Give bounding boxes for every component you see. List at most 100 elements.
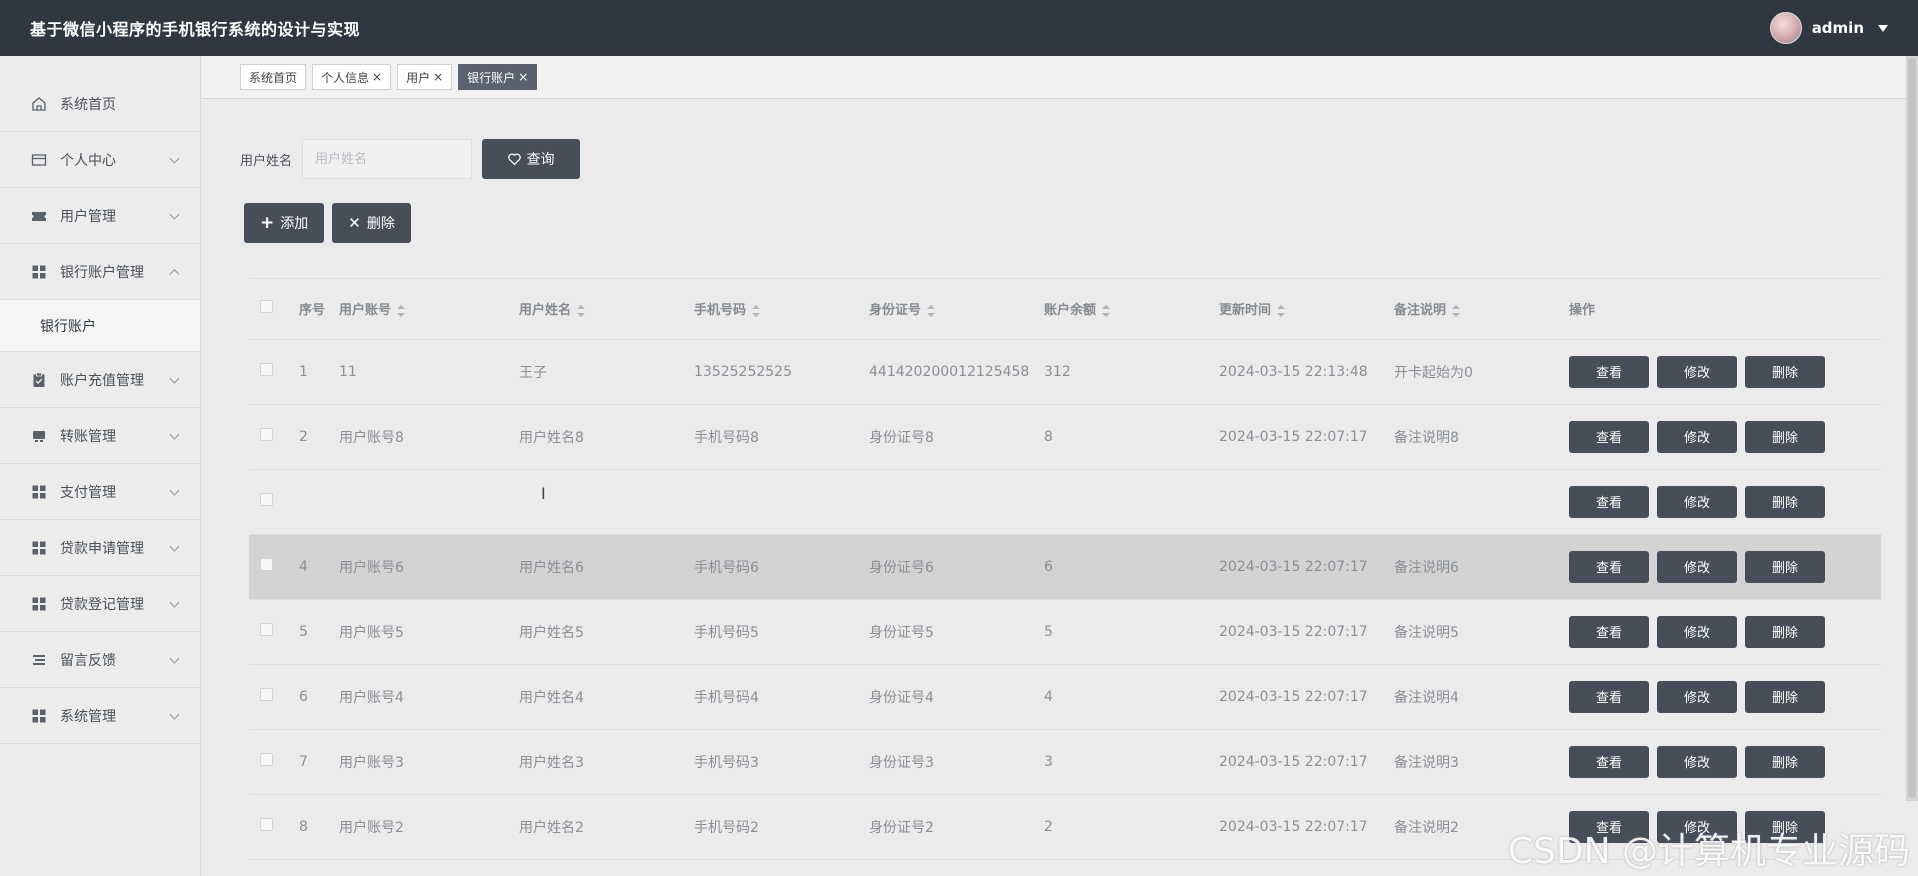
submenu-item-bank-account[interactable]: 银行账户	[0, 300, 200, 352]
chevron-down-icon	[169, 209, 180, 220]
table-cell: 用户账号6	[339, 534, 519, 600]
close-icon[interactable]: ×	[372, 70, 382, 84]
edit-button[interactable]: 修改	[1657, 680, 1737, 713]
user-menu[interactable]: admin	[1769, 12, 1888, 44]
sidebar-item-6[interactable]: 支付管理	[0, 464, 200, 520]
table-cell: 身份证号5	[869, 599, 1044, 665]
batch-delete-button[interactable]: ✕ 删除	[332, 203, 411, 243]
sort-icon[interactable]	[1102, 304, 1111, 317]
column-header[interactable]: 手机号码	[694, 279, 869, 340]
row-actions: 查看 修改 删除	[1569, 745, 1881, 778]
table-cell: 手机号码6	[694, 534, 869, 600]
watermark: CSDN @计算机专业源码	[1507, 831, 1910, 872]
row-checkbox[interactable]	[260, 753, 273, 766]
sidebar-item-0[interactable]: 系统首页	[0, 76, 200, 132]
tab-1[interactable]: 个人信息 ×	[312, 64, 392, 90]
column-header[interactable]: 用户姓名	[519, 279, 694, 340]
column-header[interactable]: 账户余额	[1044, 279, 1219, 340]
table-cell: 3	[1044, 729, 1219, 795]
row-checkbox[interactable]	[260, 558, 273, 571]
sidebar-item-1[interactable]: 个人中心	[0, 132, 200, 188]
scrollbar-thumb[interactable]	[1908, 58, 1916, 798]
row-checkbox[interactable]	[260, 428, 273, 441]
close-icon[interactable]: ×	[518, 70, 528, 84]
delete-button[interactable]: 删除	[1745, 745, 1825, 778]
sort-icon[interactable]	[927, 304, 936, 317]
sort-icon[interactable]	[752, 304, 761, 317]
table-row[interactable]: 1 11 王子 13525252525 441420200012125458 312 202…	[249, 339, 1881, 405]
delete-button[interactable]: 删除	[1745, 615, 1825, 648]
delete-button[interactable]: 删除	[1745, 550, 1825, 583]
row-select-cell	[249, 339, 299, 405]
sidebar-item-label: 个人中心	[60, 152, 116, 169]
table-cell: 2024-03-15 22:07:17	[1219, 534, 1394, 600]
sort-icon[interactable]	[577, 304, 586, 317]
tab-0[interactable]: 系统首页	[240, 64, 307, 90]
view-button[interactable]: 查看	[1569, 550, 1649, 583]
view-button[interactable]: 查看	[1569, 485, 1649, 518]
column-header[interactable]: 用户账号	[339, 279, 519, 340]
row-checkbox[interactable]	[260, 818, 273, 831]
username[interactable]: admin	[1812, 19, 1864, 37]
sidebar-item-10[interactable]: 系统管理	[0, 688, 200, 744]
row-select-cell	[249, 794, 299, 860]
avatar[interactable]	[1769, 12, 1802, 44]
row-actions-cell: 查看 修改 删除	[1569, 664, 1881, 730]
delete-button[interactable]: 删除	[1745, 420, 1825, 453]
sidebar-item-5[interactable]: 转账管理	[0, 408, 200, 464]
column-header[interactable]: 备注说明	[1394, 279, 1569, 340]
delete-button[interactable]: 删除	[1745, 355, 1825, 388]
select-all-checkbox[interactable]	[260, 300, 273, 314]
view-button[interactable]: 查看	[1569, 420, 1649, 453]
view-button[interactable]: 查看	[1569, 745, 1649, 778]
view-button[interactable]: 查看	[1569, 680, 1649, 713]
close-icon[interactable]: ×	[433, 70, 443, 84]
add-button[interactable]: + 添加	[244, 203, 325, 243]
view-button[interactable]: 查看	[1569, 355, 1649, 388]
edit-button[interactable]: 修改	[1657, 355, 1737, 388]
sidebar-item-9[interactable]: 留言反馈	[0, 632, 200, 688]
table-cell: 手机号码8	[694, 404, 869, 470]
sort-icon[interactable]	[397, 304, 406, 317]
column-header: 操作	[1569, 279, 1881, 340]
row-checkbox[interactable]	[260, 623, 273, 636]
edit-button[interactable]: 修改	[1657, 550, 1737, 583]
edit-button[interactable]: 修改	[1657, 485, 1737, 518]
table-row[interactable]: 2 用户账号8 用户姓名8 手机号码8 身份证号8 8 2024-03-15 22:07:1…	[249, 404, 1881, 470]
username-search-input[interactable]	[302, 139, 473, 179]
table-row[interactable]: 4 用户账号6 用户姓名6 手机号码6 身份证号6 6 2024-03-15 22:07:1…	[249, 534, 1881, 600]
sort-icon[interactable]	[1277, 304, 1286, 317]
table-cell: 手机号码3	[694, 729, 869, 795]
tab-2[interactable]: 用户 ×	[397, 64, 453, 90]
sidebar-item-4[interactable]: 账户充值管理	[0, 352, 200, 408]
table-row[interactable]: 7 用户账号3 用户姓名3 手机号码3 身份证号3 3 2024-03-15 22:07:1…	[249, 729, 1881, 795]
view-button[interactable]: 查看	[1569, 615, 1649, 648]
close-icon: ✕	[348, 214, 361, 232]
select-all-cell	[249, 279, 299, 340]
tab-3[interactable]: 银行账户 ×	[458, 64, 538, 90]
app-title: 基于微信小程序的手机银行系统的设计与实现	[30, 20, 361, 39]
sidebar-item-3[interactable]: 银行账户管理	[0, 244, 200, 300]
delete-button[interactable]: 删除	[1745, 680, 1825, 713]
column-header[interactable]: 更新时间	[1219, 279, 1394, 340]
table-row[interactable]: 查看 修改 删除	[249, 469, 1881, 535]
table-row[interactable]: 6 用户账号4 用户姓名4 手机号码4 身份证号4 4 2024-03-15 22:07:1…	[249, 664, 1881, 730]
edit-button[interactable]: 修改	[1657, 420, 1737, 453]
row-checkbox[interactable]	[260, 493, 273, 506]
column-header-label: 操作	[1569, 303, 1596, 319]
query-button[interactable]: 查询	[482, 139, 581, 179]
page-scrollbar[interactable]	[1906, 56, 1918, 801]
table-row[interactable]: 5 用户账号5 用户姓名5 手机号码5 身份证号5 5 2024-03-15 22:07:1…	[249, 599, 1881, 665]
caret-down-icon[interactable]	[1878, 24, 1888, 32]
edit-button[interactable]: 修改	[1657, 615, 1737, 648]
sidebar-item-8[interactable]: 贷款登记管理	[0, 576, 200, 632]
sidebar-item-2[interactable]: 用户管理	[0, 188, 200, 244]
delete-button[interactable]: 删除	[1745, 485, 1825, 518]
row-checkbox[interactable]	[260, 363, 273, 376]
column-header[interactable]: 身份证号	[869, 279, 1044, 340]
sidebar-item-7[interactable]: 贷款申请管理	[0, 520, 200, 576]
table-cell: 手机号码2	[694, 794, 869, 860]
edit-button[interactable]: 修改	[1657, 745, 1737, 778]
row-checkbox[interactable]	[260, 688, 273, 701]
sort-icon[interactable]	[1452, 304, 1461, 317]
